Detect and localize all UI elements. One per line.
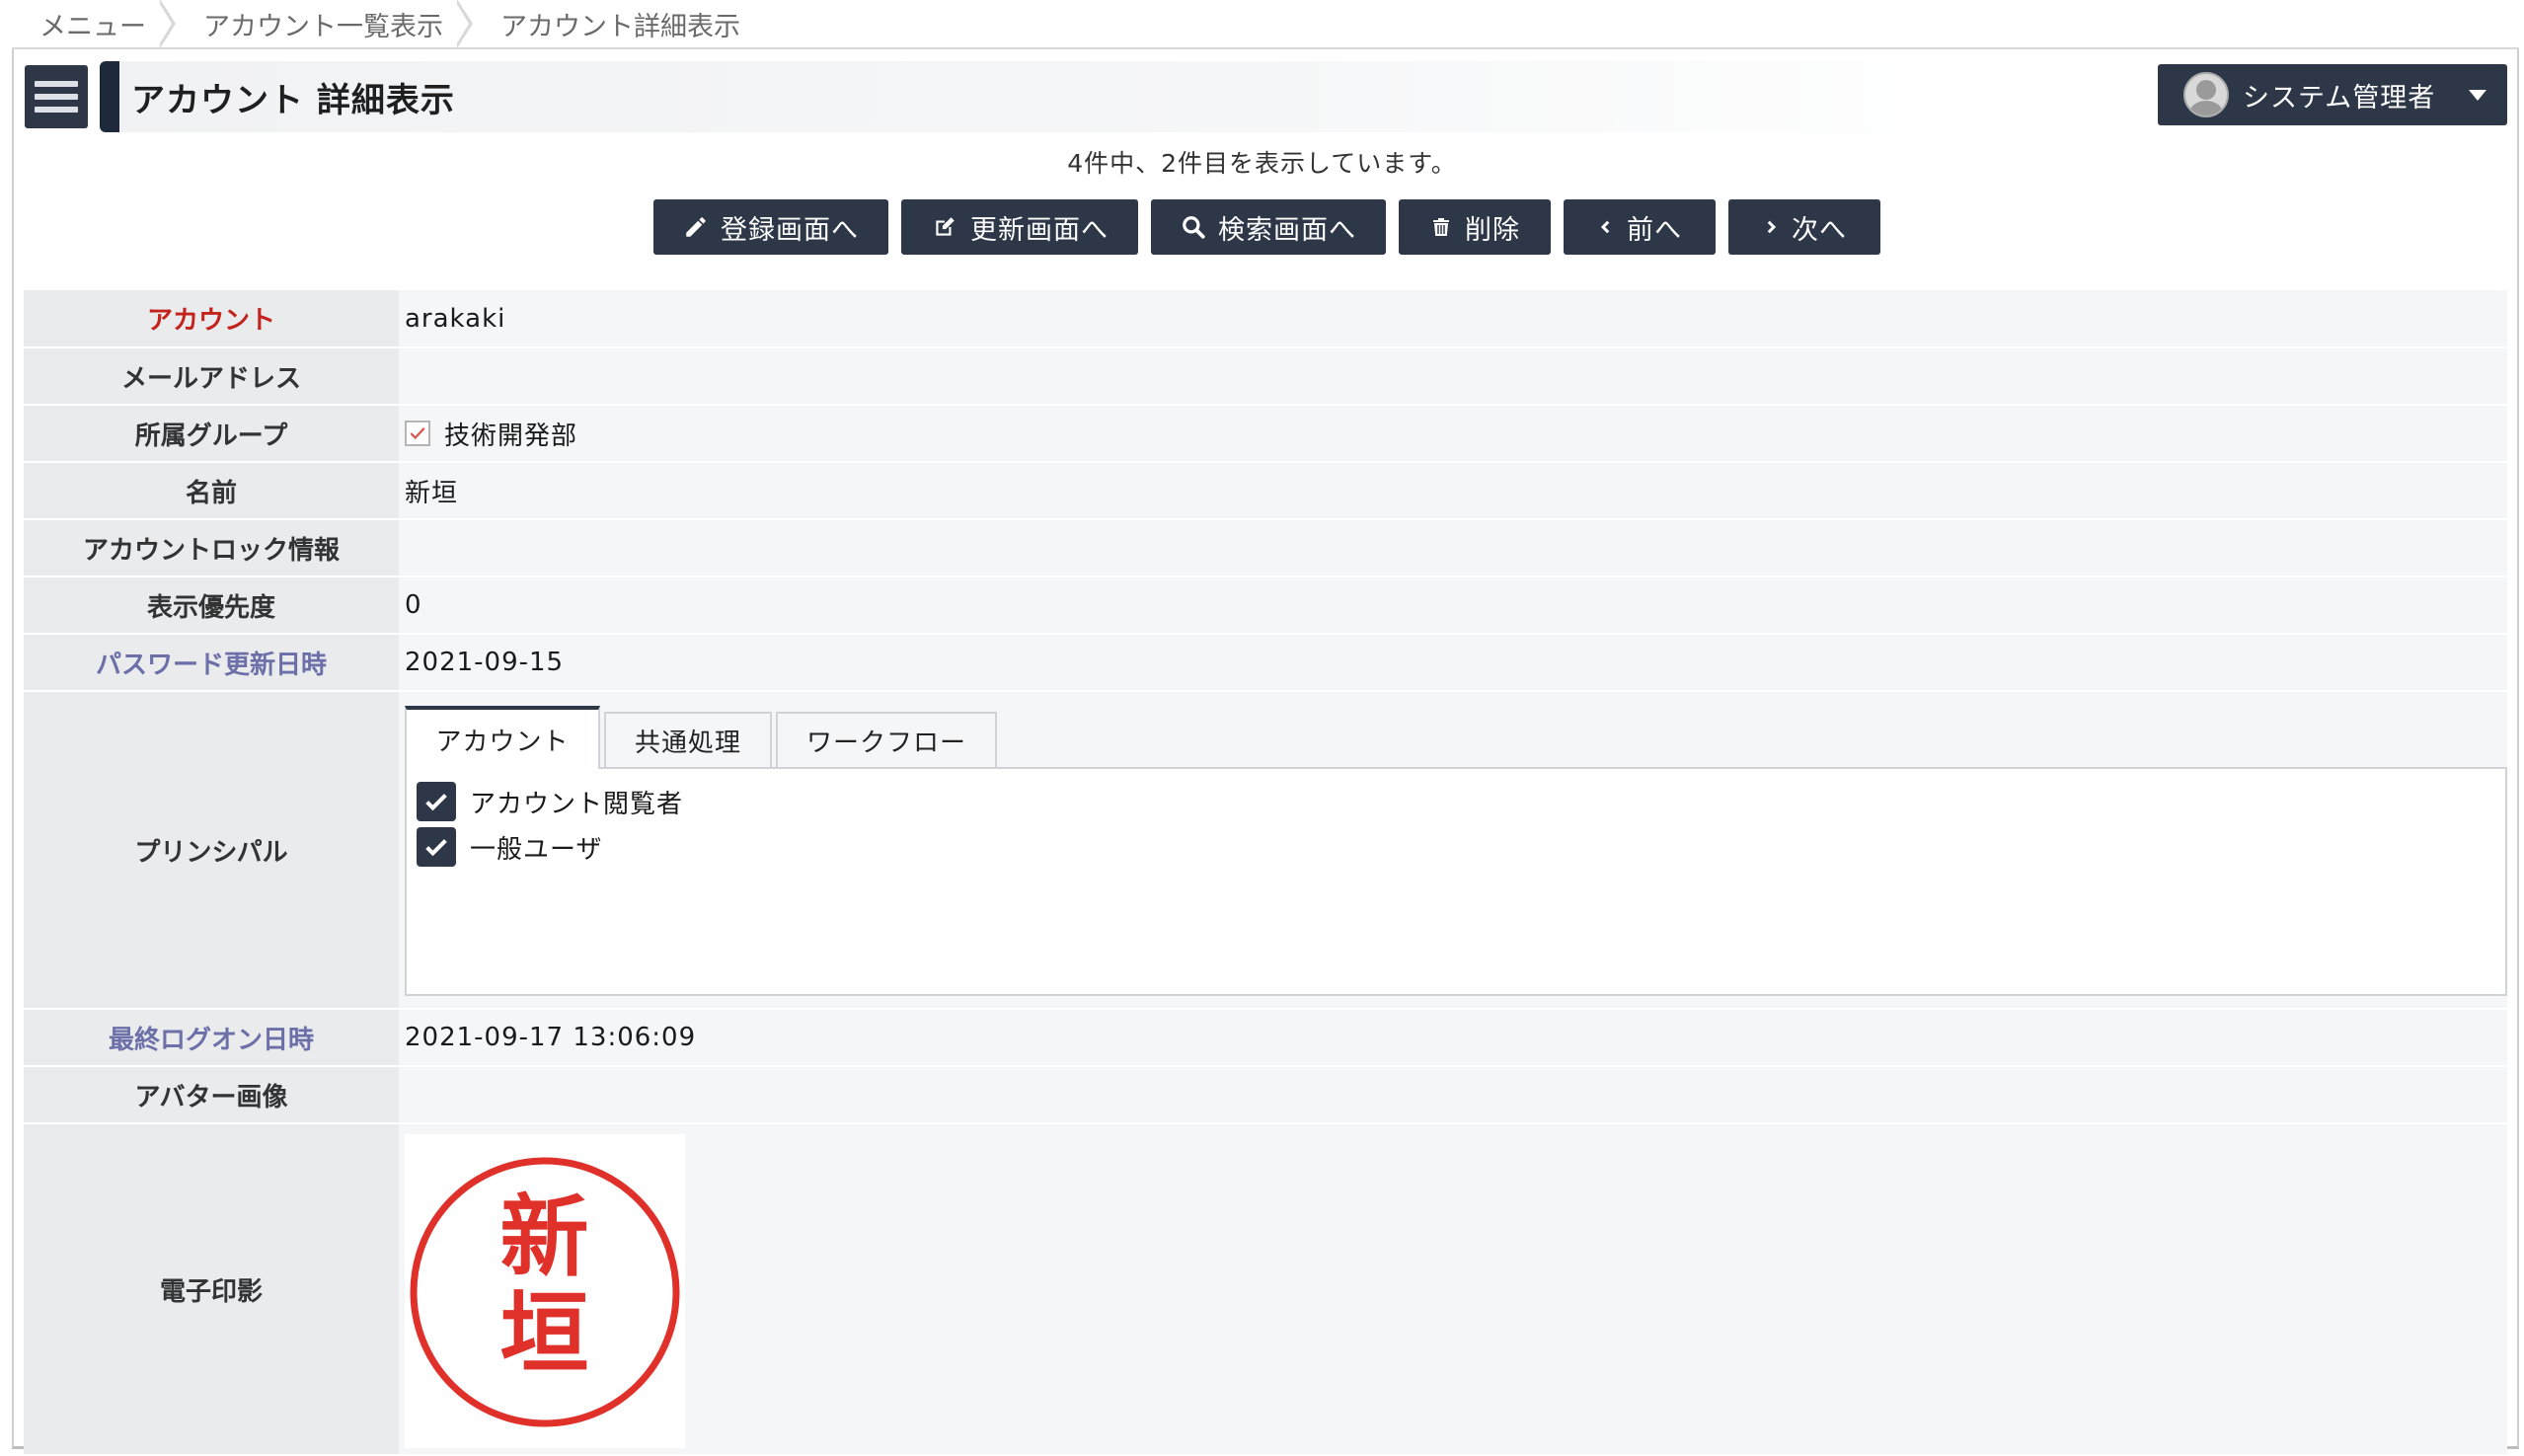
register-screen-button[interactable]: 登録画面へ: [653, 199, 888, 255]
breadcrumb-account-detail: アカウント詳細表示: [500, 11, 740, 42]
search-screen-label: 検索画面へ: [1218, 214, 1356, 246]
principal-item: 一般ユーザ: [417, 824, 2495, 870]
check-icon: [425, 794, 447, 811]
label-lock: アカウントロック情報: [24, 519, 399, 577]
value-seal: 新 垣: [399, 1123, 2507, 1456]
edit-square-icon: [936, 217, 955, 236]
principal-checkbox[interactable]: [417, 782, 456, 821]
tab-workflow[interactable]: ワークフロー: [776, 712, 997, 767]
value-priority: 0: [399, 576, 2507, 635]
menu-bar: [35, 81, 78, 87]
record-position-status: 4件中、2件目を表示しています。: [1067, 149, 1457, 178]
value-avatar: [399, 1066, 2507, 1124]
principal-label: 一般ユーザ: [470, 834, 603, 865]
prev-button[interactable]: 前へ: [1564, 199, 1716, 255]
seal-stamp: 新 垣: [410, 1157, 680, 1427]
hamburger-menu-button[interactable]: [25, 65, 88, 128]
menu-bar: [35, 94, 78, 100]
label-principal: プリンシパル: [24, 691, 399, 1010]
page-title: アカウント 詳細表示: [131, 80, 455, 120]
group-name: 技術開発部: [444, 421, 578, 451]
seal-char-1: 新: [500, 1186, 590, 1289]
search-screen-button[interactable]: 検索画面へ: [1151, 199, 1386, 255]
principal-tab-panel: アカウント閲覧者 一般ユーザ: [405, 767, 2507, 996]
row-avatar: アバター画像: [24, 1066, 2507, 1124]
prev-label: 前へ: [1627, 214, 1682, 246]
label-password-updated: パスワード更新日時: [24, 634, 399, 692]
account-detail-table: アカウント arakaki メールアドレス 所属グループ 技術開発部 名前 新垣…: [24, 290, 2507, 1456]
principal-label: アカウント閲覧者: [470, 789, 684, 819]
label-group: 所属グループ: [24, 405, 399, 463]
breadcrumb: メニュー アカウント一覧表示 アカウント詳細表示: [12, 0, 2519, 49]
row-email: メールアドレス: [24, 347, 2507, 406]
group-checkbox: [405, 421, 430, 446]
breadcrumb-account-list[interactable]: アカウント一覧表示: [203, 5, 443, 43]
row-seal: 電子印影 新 垣: [24, 1123, 2507, 1456]
user-name: システム管理者: [2243, 82, 2436, 114]
tab-account[interactable]: アカウント: [405, 706, 600, 769]
label-priority: 表示優先度: [24, 576, 399, 635]
group-item: 技術開発部: [405, 416, 2507, 452]
value-password-updated: 2021-09-15: [399, 634, 2507, 692]
update-screen-button[interactable]: 更新画面へ: [901, 199, 1138, 255]
value-group: 技術開発部: [399, 405, 2507, 463]
seal-char-2: 垣: [500, 1282, 590, 1386]
check-icon: [410, 426, 425, 440]
check-icon: [425, 839, 447, 857]
trash-icon: [1433, 218, 1449, 236]
register-screen-label: 登録画面へ: [721, 214, 859, 246]
value-principal: アカウント 共通処理 ワークフロー アカウント閲覧者 一般ユーザ: [399, 691, 2507, 1010]
seal-image: 新 垣: [405, 1134, 685, 1448]
principal-tabs-container: アカウント 共通処理 ワークフロー アカウント閲覧者 一般ユーザ: [405, 692, 2507, 1008]
value-name: 新垣: [399, 462, 2507, 520]
row-name: 名前 新垣: [24, 462, 2507, 520]
update-screen-label: 更新画面へ: [970, 214, 1109, 246]
principal-tabs: アカウント 共通処理 ワークフロー: [405, 706, 2507, 769]
delete-label: 削除: [1465, 214, 1520, 246]
delete-button[interactable]: 削除: [1399, 199, 1551, 255]
row-group: 所属グループ 技術開発部: [24, 405, 2507, 463]
breadcrumb-separator: [158, 0, 182, 48]
row-lock: アカウントロック情報: [24, 519, 2507, 577]
row-priority: 表示優先度 0: [24, 576, 2507, 635]
principal-checkbox[interactable]: [417, 827, 456, 867]
value-lock: [399, 519, 2507, 577]
row-principal: プリンシパル アカウント 共通処理 ワークフロー アカウント閲覧者 一般ユーザ: [24, 691, 2507, 1010]
menu-bar: [35, 107, 78, 113]
breadcrumb-separator: [455, 0, 479, 48]
value-last-logon: 2021-09-17 13:06:09: [399, 1009, 2507, 1067]
next-label: 次へ: [1792, 214, 1847, 246]
value-account: arakaki: [399, 290, 2507, 348]
label-email: メールアドレス: [24, 347, 399, 406]
label-last-logon: 最終ログオン日時: [24, 1009, 399, 1067]
title-bar: アカウント 詳細表示: [100, 61, 2025, 132]
label-avatar: アバター画像: [24, 1066, 399, 1124]
user-avatar-icon: [2183, 72, 2229, 117]
principal-item: アカウント閲覧者: [417, 779, 2495, 824]
label-seal: 電子印影: [24, 1123, 399, 1456]
tab-common-processing[interactable]: 共通処理: [604, 712, 772, 767]
toolbar: 登録画面へ 更新画面へ 検索画面へ 削除 前へ 次へ: [653, 199, 1880, 255]
label-account: アカウント: [24, 290, 399, 348]
chevron-left-icon: [1600, 220, 1610, 234]
value-email: [399, 347, 2507, 406]
pencil-icon: [686, 217, 706, 237]
row-password-updated: パスワード更新日時 2021-09-15: [24, 634, 2507, 692]
next-button[interactable]: 次へ: [1728, 199, 1880, 255]
user-menu-button[interactable]: システム管理者: [2158, 64, 2507, 125]
chevron-right-icon: [1767, 220, 1777, 234]
caret-down-icon: [2469, 89, 2487, 101]
row-account: アカウント arakaki: [24, 290, 2507, 348]
row-last-logon: 最終ログオン日時 2021-09-17 13:06:09: [24, 1009, 2507, 1067]
breadcrumb-menu[interactable]: メニュー: [39, 5, 146, 43]
label-name: 名前: [24, 462, 399, 520]
search-icon: [1183, 216, 1205, 239]
